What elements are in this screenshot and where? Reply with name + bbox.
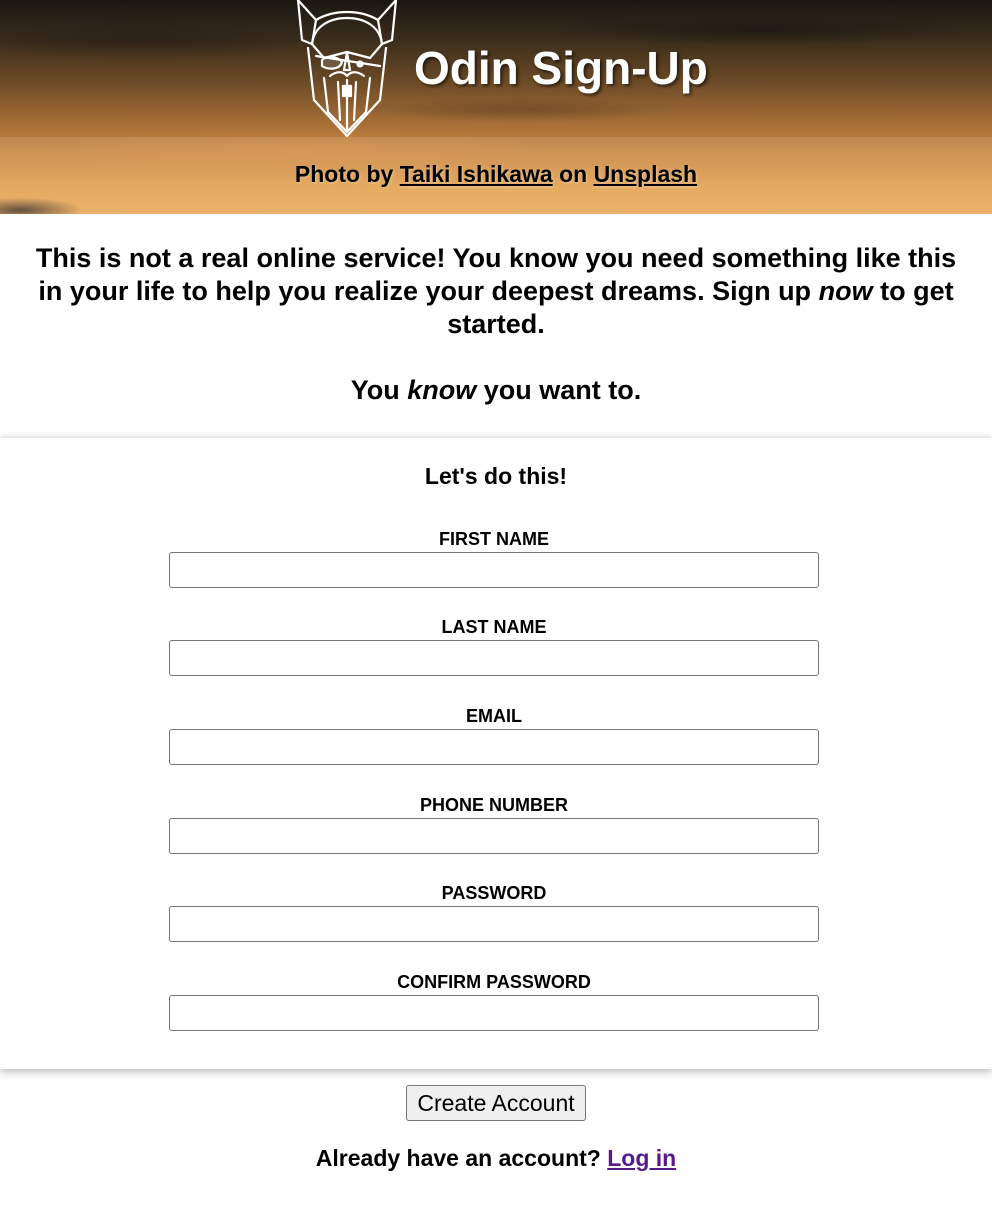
intro-text: This is not a real online service! You k… — [0, 214, 992, 407]
phone-number-group: PHONE NUMBER — [169, 794, 819, 854]
intro-paragraph-1: This is not a real online service! You k… — [30, 242, 962, 341]
intro-text-2b: you want to. — [483, 375, 642, 405]
create-account-button[interactable]: Create Account — [406, 1085, 586, 1121]
password-label: PASSWORD — [441, 883, 547, 903]
hero-banner: Odin Sign-Up Photo by Taiki Ishikawa on … — [0, 0, 992, 214]
page-title: Odin Sign-Up — [414, 42, 708, 94]
intro-emphasis-know: know — [407, 375, 477, 405]
intro-paragraph-2: You know you want to. — [30, 374, 962, 407]
intro-text-2a: You — [350, 375, 400, 405]
credit-author-link[interactable]: Taiki Ishikawa — [400, 161, 553, 187]
confirm-password-label: CONFIRM PASSWORD — [397, 972, 591, 992]
last-name-label: LAST NAME — [441, 617, 547, 637]
last-name-group: LAST NAME — [169, 616, 819, 676]
password-group: PASSWORD — [169, 882, 819, 942]
viking-helmet-logo-icon — [296, 0, 398, 138]
confirm-password-input[interactable] — [169, 995, 819, 1031]
intro-emphasis-now: now — [818, 276, 873, 306]
credit-prefix: Photo by — [294, 161, 394, 187]
email-input[interactable] — [169, 729, 819, 765]
photo-credit: Photo by Taiki Ishikawa on Unsplash — [0, 158, 992, 190]
first-name-input[interactable] — [169, 552, 819, 588]
login-prompt: Already have an account? Log in — [0, 1142, 992, 1174]
email-group: EMAIL — [169, 705, 819, 765]
login-prompt-text: Already have an account? — [315, 1145, 601, 1171]
password-input[interactable] — [169, 906, 819, 942]
form-heading: Let's do this! — [424, 463, 568, 489]
last-name-input[interactable] — [169, 640, 819, 676]
first-name-group: FIRST NAME — [169, 528, 819, 588]
phone-number-input[interactable] — [169, 818, 819, 854]
credit-site-link[interactable]: Unsplash — [594, 161, 698, 187]
email-label: EMAIL — [466, 706, 522, 726]
login-link[interactable]: Log in — [607, 1145, 676, 1171]
confirm-password-group: CONFIRM PASSWORD — [169, 971, 819, 1031]
phone-number-label: PHONE NUMBER — [419, 795, 568, 815]
form-actions: Create Account — [0, 1085, 992, 1121]
first-name-label: FIRST NAME — [439, 529, 549, 549]
signup-form: Let's do this! FIRST NAME LAST NAME EMAI… — [0, 438, 992, 1069]
credit-mid: on — [559, 161, 588, 187]
